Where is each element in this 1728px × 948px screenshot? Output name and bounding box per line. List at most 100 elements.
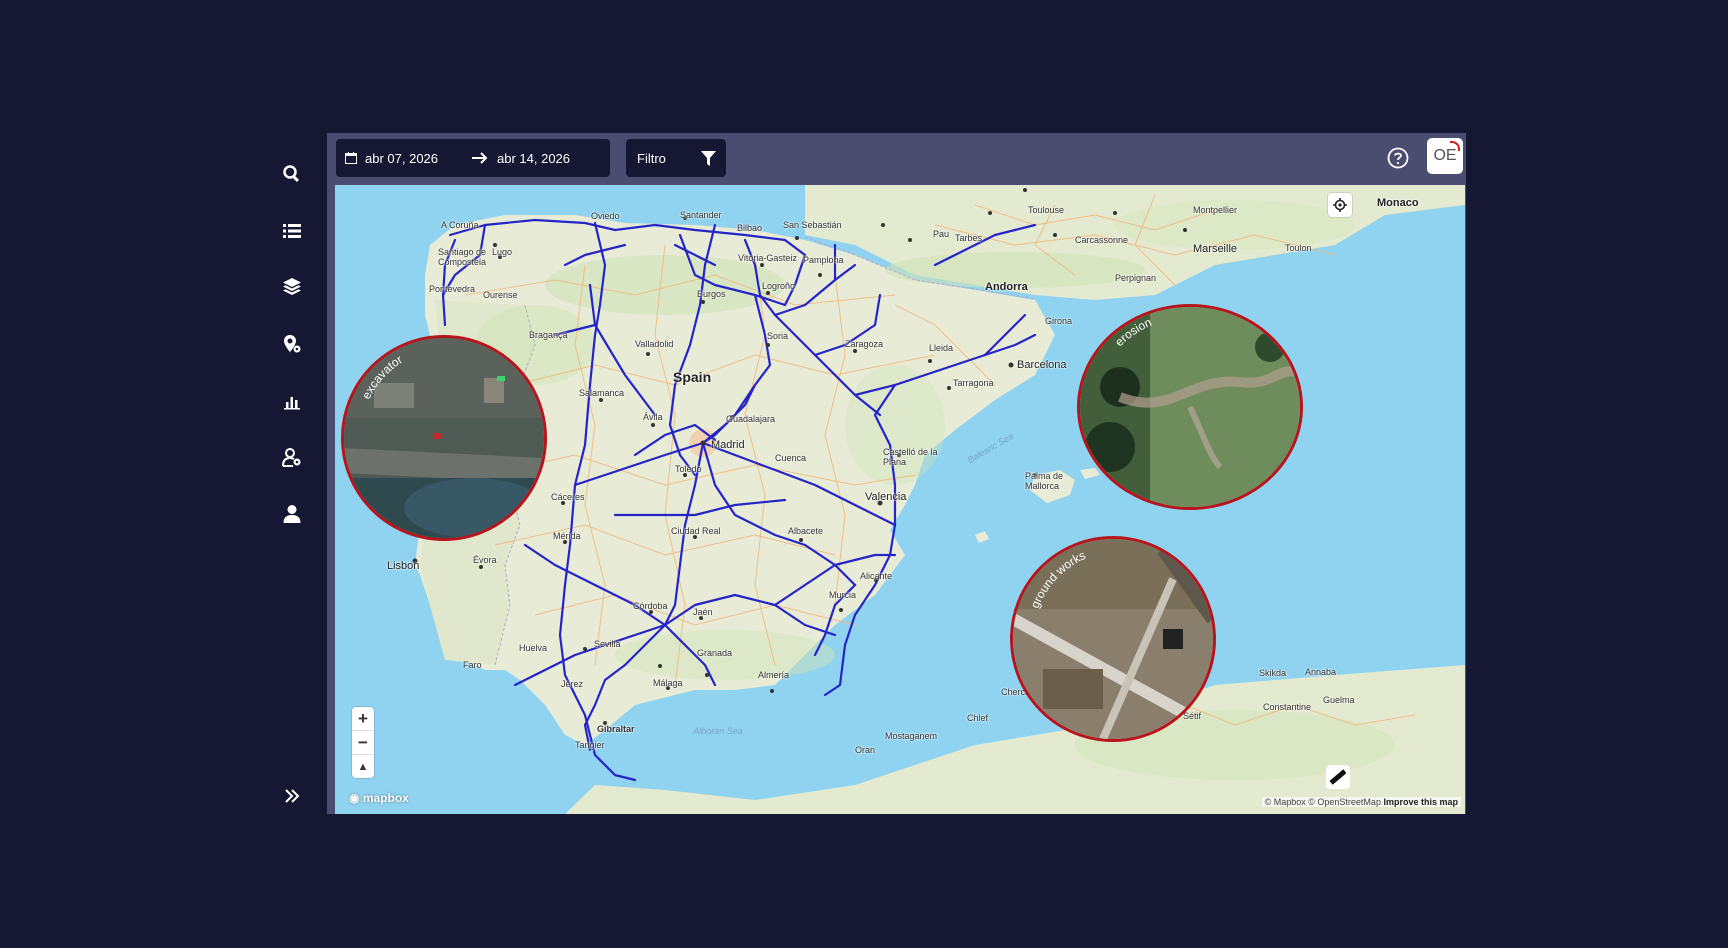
- zoom-in-button[interactable]: +: [352, 707, 374, 731]
- map-label-lugo: Lugo: [492, 247, 513, 257]
- map-label-annaba: Annaba: [1305, 667, 1337, 677]
- map-label-chlef: Chlef: [967, 713, 989, 723]
- map-attribution: © Mapbox © OpenStreetMap Improve this ma…: [1261, 797, 1461, 807]
- ruler-icon: [1330, 769, 1346, 785]
- map-label-ourense: Ourense: [483, 290, 518, 300]
- inset-ground-works-label-layer: ground works: [1028, 548, 1088, 610]
- svg-text:ground works: ground works: [1028, 548, 1088, 610]
- map-label-montpellier: Montpellier: [1193, 205, 1238, 215]
- map-label-bilbao: Bilbao: [737, 223, 763, 233]
- map-label-santiago: Santiago de Compostela: [437, 247, 487, 267]
- search-icon[interactable]: [274, 156, 310, 192]
- map-label-marseille: Marseille: [1193, 243, 1238, 255]
- compass-button[interactable]: ▲: [352, 755, 374, 778]
- map-label-oran: Oran: [855, 745, 876, 755]
- map-label-oviedo: Oviedo: [591, 211, 620, 221]
- filter-label: Filtro: [637, 150, 666, 166]
- inset-excavator-label: excavator: [359, 352, 405, 401]
- svg-text:erosion: erosion: [1112, 315, 1153, 349]
- map-label-caceres: Cáceres: [551, 492, 585, 502]
- zoom-out-button[interactable]: −: [352, 731, 374, 755]
- map-label-ciudad-real: Ciudad Real: [671, 526, 721, 536]
- map-label-zaragoza: Zaragoza: [845, 339, 884, 349]
- inset-erosion[interactable]: erosion: [1077, 304, 1303, 510]
- map-label-cordoba: Córdoba: [633, 601, 668, 611]
- map-label-spain: Spain: [673, 369, 712, 385]
- map-label-tangier: Tangier: [575, 740, 605, 750]
- map-label-santander: Santander: [680, 210, 722, 220]
- map-label-lisbon: Lisbon: [387, 560, 420, 572]
- map-label-tarragona: Tarragona: [953, 378, 994, 388]
- map-label-cuenca: Cuenca: [775, 453, 807, 463]
- improve-map-link[interactable]: Improve this map: [1383, 797, 1458, 807]
- toolbar: abr 07, 2026 abr 14, 2026 Filtro OE: [327, 133, 1466, 183]
- date-range-picker[interactable]: abr 07, 2026 abr 14, 2026: [336, 139, 610, 177]
- map-label-pamplona: Pamplona: [803, 255, 844, 265]
- map-label-constantine: Constantine: [1263, 702, 1312, 712]
- mapbox-logo-glyph: ◉: [349, 791, 363, 805]
- map-label-lleida: Lleida: [929, 343, 954, 353]
- bar-chart-icon[interactable]: [274, 383, 310, 419]
- filter-button[interactable]: Filtro: [626, 139, 726, 177]
- app-frame: abr 07, 2026 abr 14, 2026 Filtro OE Spai…: [327, 133, 1466, 814]
- map-label-logrono: Logroño: [762, 281, 796, 291]
- map-label-jaen: Jaén: [693, 607, 713, 617]
- map-label-andorra: Andorra: [985, 281, 1028, 293]
- crosshair-icon: [1333, 198, 1347, 212]
- map-canvas[interactable]: Spain Madrid Andorra Barcelona Valencia …: [335, 185, 1465, 814]
- date-from[interactable]: abr 07, 2026: [365, 151, 438, 166]
- svg-text:excavator: excavator: [359, 352, 405, 401]
- list-icon[interactable]: [274, 213, 310, 249]
- arrow-right-icon: [472, 152, 488, 164]
- map-label-sevilla: Sevilla: [594, 639, 621, 649]
- map-label-madrid: Madrid: [711, 439, 745, 451]
- map-label-perpignan: Perpignan: [1115, 273, 1157, 283]
- map-label-alboran-sea: Alboran Sea: [693, 726, 743, 736]
- zoom-controls: + − ▲: [352, 707, 374, 778]
- map-label-mostaganem: Mostaganem: [885, 731, 938, 741]
- date-to[interactable]: abr 14, 2026: [497, 151, 570, 166]
- user-icon[interactable]: [274, 496, 310, 532]
- inset-ground-works[interactable]: ground works: [1010, 536, 1216, 742]
- map-label-toledo: Toledo: [675, 464, 702, 474]
- map-pin-settings-icon[interactable]: [274, 326, 310, 362]
- map-label-girona: Girona: [1045, 316, 1073, 326]
- map-label-avila: Ávila: [643, 412, 663, 422]
- map-label-merida: Mérida: [553, 531, 581, 541]
- layers-icon[interactable]: [274, 269, 310, 305]
- map-label-barcelona: Barcelona: [1017, 359, 1067, 371]
- map-label-valencia: Valencia: [865, 491, 907, 503]
- map-label-a-coruna: A Coruña: [441, 220, 479, 230]
- inset-excavator[interactable]: excavator: [341, 335, 547, 541]
- user-settings-icon[interactable]: [274, 439, 310, 475]
- map-label-malaga: Málaga: [653, 678, 683, 688]
- map-label-murcia: Murcia: [829, 590, 857, 600]
- map-label-guelma: Guelma: [1323, 695, 1355, 705]
- map-label-burgos: Burgos: [697, 289, 726, 299]
- inset-erosion-label-layer: erosion: [1112, 315, 1153, 349]
- map-label-carcassonne: Carcassonne: [1075, 235, 1129, 245]
- map-label-huelva: Huelva: [519, 643, 548, 653]
- map-label-valladolid: Valladolid: [635, 339, 674, 349]
- inset-erosion-label: erosion: [1112, 315, 1153, 349]
- map-label-toulon: Toulon: [1285, 243, 1312, 253]
- help-icon[interactable]: [1387, 147, 1409, 169]
- measure-button[interactable]: [1326, 765, 1350, 789]
- double-chevron-right-icon[interactable]: [282, 786, 302, 806]
- map-label-palma: Palma de Mallorca: [1025, 471, 1064, 491]
- user-avatar[interactable]: OE: [1427, 138, 1463, 174]
- map-label-san-sebastian: San Sebastián: [783, 220, 842, 230]
- map-label-pau: Pau: [933, 229, 950, 239]
- map-label-albacete: Albacete: [788, 526, 824, 536]
- map-label-monaco: Monaco: [1377, 197, 1419, 209]
- mapbox-logo[interactable]: ◉ mapbox: [349, 791, 409, 805]
- geolocate-button[interactable]: [1328, 193, 1352, 217]
- map-label-soria: Soria: [767, 331, 789, 341]
- map-label-pontevedra: Pontevedra: [429, 284, 476, 294]
- map-label-salamanca: Salamanca: [579, 388, 625, 398]
- map-label-evora: Évora: [473, 555, 497, 565]
- attribution-text: © Mapbox © OpenStreetMap: [1264, 797, 1381, 807]
- map-label-alicante: Alicante: [860, 571, 893, 581]
- map-label-castellon: Castelló de la Plana: [883, 447, 938, 467]
- filter-icon: [701, 151, 716, 166]
